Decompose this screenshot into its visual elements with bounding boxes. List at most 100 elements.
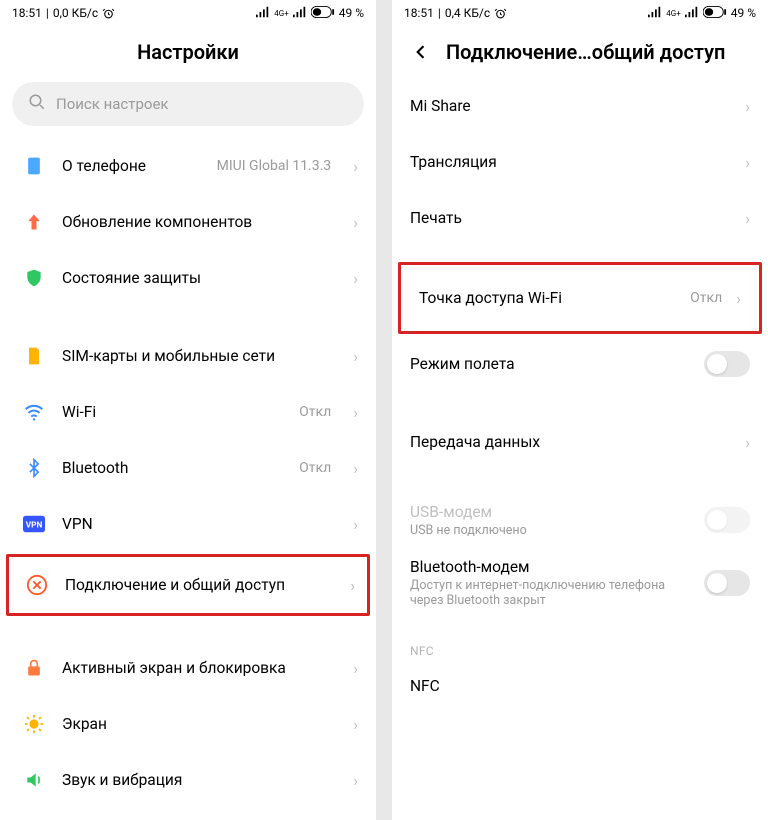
connection-screen: 18:51 | 0,4 КБ/с 4G+ 49 % Подключение…об… [392,0,768,820]
nfc-section-header: NFC [392,640,768,658]
wifi-label: Wi-Fi [62,403,283,421]
status-time: 18:51 [12,6,42,20]
connection-row[interactable]: Подключение и общий доступ › [9,557,367,613]
hotspot-value: Откл [690,290,722,306]
battery-icon [311,6,335,21]
back-button[interactable] [410,41,432,63]
display-row[interactable]: Экран › [0,696,376,752]
page-title: Подключение…общий доступ [446,40,725,64]
title-bar: Подключение…общий доступ [392,26,768,78]
alarm-icon [102,7,115,20]
bluetooth-label: Bluetooth [62,459,283,477]
hotspot-row[interactable]: Точка доступа Wi-Fi Откл › [401,265,759,331]
title-bar: Настройки [0,26,376,78]
signal-icon [648,6,662,21]
chevron-right-icon: › [353,213,358,232]
about-phone-label: О телефоне [62,157,201,175]
security-row[interactable]: Состояние защиты › [0,250,376,306]
bt-modem-row[interactable]: Bluetooth-модем Доступ к интернет-подклю… [392,548,768,618]
sim-row[interactable]: SIM-карты и мобильные сети › [0,328,376,384]
chevron-right-icon: › [353,157,358,176]
sound-label: Звук и вибрация [62,771,331,789]
wifi-row[interactable]: Wi-Fi Откл › [0,384,376,440]
network-icon: 4G+ [666,9,680,18]
nfc-label: NFC [410,677,750,695]
signal-icon-2 [685,6,699,21]
chevron-right-icon: › [353,459,358,478]
print-label: Печать [410,209,731,227]
shield-icon [22,266,46,290]
update-label: Обновление компонентов [62,213,331,231]
airplane-row[interactable]: Режим полета [392,336,768,392]
svg-text:VPN: VPN [26,521,43,531]
chevron-right-icon: › [353,515,358,534]
update-icon [22,210,46,234]
status-time: 18:51 [404,6,434,20]
settings-screen: 18:51 | 0,0 КБ/с 4G+ 49 % Настройки [0,0,376,820]
chevron-right-icon: › [745,153,750,172]
chevron-right-icon: › [353,269,358,288]
data-row[interactable]: Передача данных › [392,414,768,470]
bluetooth-value: Откл [299,460,331,476]
chevron-right-icon: › [353,771,358,790]
search-input[interactable]: Поиск настроек [12,82,364,126]
speaker-icon [22,768,46,792]
status-bar: 18:51 | 0,4 КБ/с 4G+ 49 % [392,0,768,26]
print-row[interactable]: Печать › [392,190,768,246]
cast-label: Трансляция [410,153,731,171]
chevron-right-icon: › [350,576,355,595]
security-label: Состояние защиты [62,269,331,287]
bt-modem-switch[interactable] [704,570,750,596]
network-icon: 4G+ [274,9,288,18]
chevron-right-icon: › [745,209,750,228]
vpn-row[interactable]: VPN VPN › [0,496,376,552]
connection-list: Mi Share › Трансляция › Печать › Точка д… [392,78,768,714]
chevron-right-icon: › [353,715,358,734]
lock-label: Активный экран и блокировка [62,659,331,677]
about-phone-row[interactable]: О телефоне MIUI Global 11.3.3 › [0,138,376,194]
signal-icon-2 [293,6,307,21]
vpn-icon: VPN [22,512,46,536]
airplane-switch[interactable] [704,351,750,377]
airplane-label: Режим полета [410,355,694,373]
chevron-right-icon: › [745,97,750,116]
mishare-row[interactable]: Mi Share › [392,78,768,134]
nfc-row[interactable]: NFC [392,658,768,714]
usb-modem-switch [704,507,750,533]
settings-list: О телефоне MIUI Global 11.3.3 › Обновлен… [0,138,376,808]
status-bar: 18:51 | 0,0 КБ/с 4G+ 49 % [0,0,376,26]
status-speed: 0,0 КБ/с [53,6,98,20]
signal-icon [256,6,270,21]
usb-modem-row: USB-модем USB не подключено [392,492,768,548]
chevron-right-icon: › [353,659,358,678]
alarm-icon [494,7,507,20]
battery-percent: 49 % [339,6,364,20]
display-label: Экран [62,715,331,733]
wifi-value: Откл [299,404,331,420]
bluetooth-row[interactable]: Bluetooth Откл › [0,440,376,496]
page-title: Настройки [137,40,239,64]
chevron-right-icon: › [745,433,750,452]
hotspot-label: Точка доступа Wi-Fi [419,289,680,307]
usb-modem-sub: USB не подключено [410,523,694,538]
bluetooth-icon [22,456,46,480]
about-phone-value: MIUI Global 11.3.3 [217,158,332,174]
sim-icon [22,344,46,368]
update-row[interactable]: Обновление компонентов › [0,194,376,250]
search-icon [28,93,46,115]
lock-row[interactable]: Активный экран и блокировка › [0,640,376,696]
usb-modem-label: USB-модем [410,503,694,521]
chevron-right-icon: › [736,289,741,308]
data-label: Передача данных [410,433,731,451]
mishare-label: Mi Share [410,97,731,115]
sound-row[interactable]: Звук и вибрация › [0,752,376,808]
battery-icon [703,6,727,21]
phone-icon [22,154,46,178]
vpn-label: VPN [62,515,331,533]
bt-modem-sub: Доступ к интернет-подключению телефона ч… [410,578,694,608]
lock-icon [22,656,46,680]
battery-percent: 49 % [731,6,756,20]
cast-row[interactable]: Трансляция › [392,134,768,190]
share-icon [25,573,49,597]
status-speed: 0,4 КБ/с [445,6,490,20]
